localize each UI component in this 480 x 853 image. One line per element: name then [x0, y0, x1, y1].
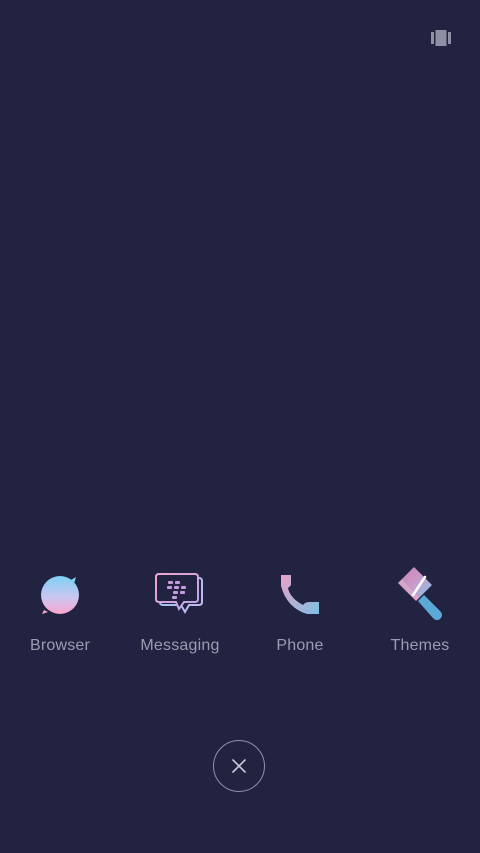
close-button[interactable] — [213, 740, 265, 792]
app-label: Browser — [29, 637, 91, 654]
phone-icon — [270, 565, 330, 625]
multitask-icon[interactable] — [431, 30, 451, 46]
app-browser[interactable]: Browser — [0, 565, 120, 665]
close-icon — [232, 759, 246, 773]
app-messaging[interactable]: Messaging — [120, 565, 240, 665]
app-switcher-screen: Browser Messaging Phone Themes — [0, 0, 480, 853]
messaging-icon — [150, 565, 210, 625]
app-row: Browser Messaging Phone Themes — [0, 565, 480, 665]
themes-icon — [390, 565, 450, 625]
app-phone[interactable]: Phone — [240, 565, 360, 665]
app-label: Messaging — [140, 637, 220, 654]
app-label: Themes — [390, 637, 450, 654]
app-themes[interactable]: Themes — [360, 565, 480, 665]
browser-icon — [30, 565, 90, 625]
app-label: Phone — [276, 637, 324, 654]
